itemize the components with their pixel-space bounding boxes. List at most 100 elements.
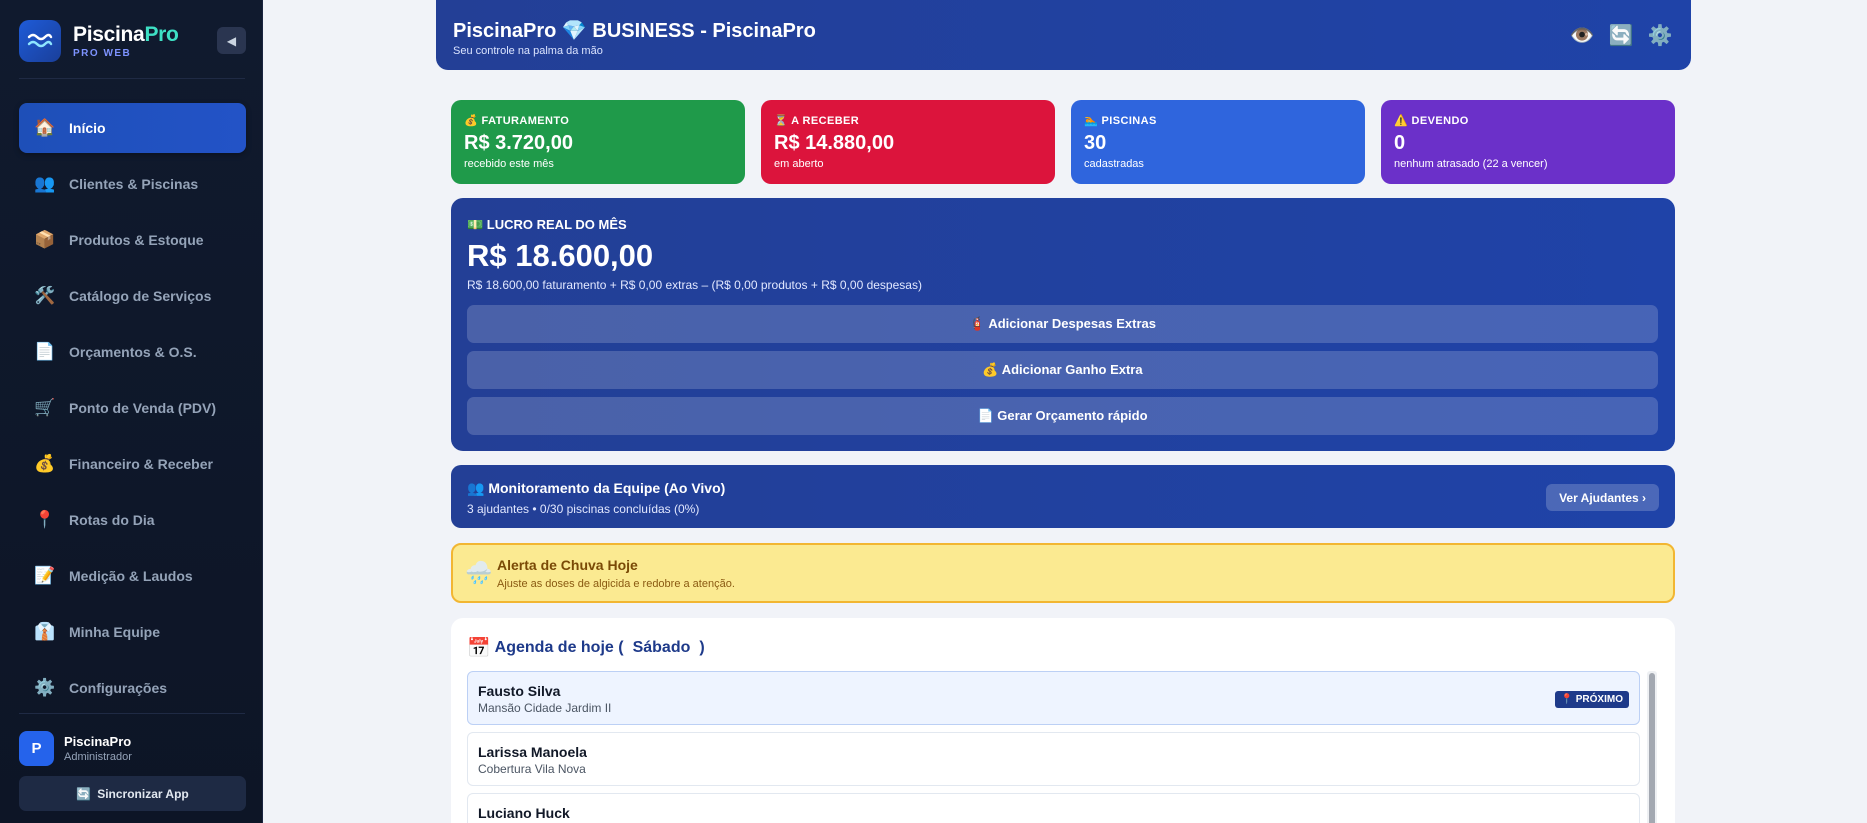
sidebar-item-inicio[interactable]: 🏠 Início [19, 103, 246, 153]
pin-icon: 📍 [34, 510, 56, 529]
view-helpers-button[interactable]: Ver Ajudantes › [1546, 484, 1659, 511]
quick-quote-button[interactable]: 📄 Gerar Orçamento rápido [467, 397, 1658, 435]
kpi-value: R$ 3.720,00 [464, 132, 573, 154]
avatar: P [19, 731, 54, 766]
kpi-value: 0 [1394, 132, 1406, 154]
kpi-label: ⏳ A RECEBER [774, 115, 860, 127]
lucro-detail: R$ 18.600,00 faturamento + R$ 0,00 extra… [467, 278, 922, 292]
team-monitor-card: 👥 Monitoramento da Equipe (Ao Vivo) 3 aj… [451, 465, 1675, 528]
brand-name: PiscinaPro [73, 22, 179, 46]
kpi-subtitle: recebido este mês [464, 158, 554, 170]
refresh-icon[interactable]: 🔄 [1606, 21, 1636, 49]
kpi-devendo[interactable]: ⚠️ DEVENDO 0 nenhum atrasado (22 a vence… [1381, 100, 1675, 184]
monitor-title: 👥 Monitoramento da Equipe (Ao Vivo) [467, 480, 726, 496]
agenda-title: 📅 Agenda de hoje ( Sábado ) [467, 638, 705, 659]
brand-subtitle: PRO WEB [73, 47, 132, 59]
client-name: Luciano Huck [478, 805, 570, 821]
brand[interactable]: PiscinaPro PRO WEB [19, 20, 179, 62]
rain-cloud-icon: 🌧️ [465, 560, 493, 585]
add-expenses-button[interactable]: 🧯 Adicionar Despesas Extras [467, 305, 1658, 343]
agenda-day: Sábado [632, 639, 691, 656]
sidebar-item-configuracoes[interactable]: ⚙️ Configurações [19, 663, 246, 713]
sidebar: PiscinaPro PRO WEB ◀ 🏠 Início 👥 Clientes &… [0, 0, 263, 823]
wave-logo-icon [19, 20, 61, 62]
rain-alert: 🌧️ Alerta de Chuva Hoje Ajuste as doses … [451, 543, 1675, 603]
monitor-subtitle: 3 ajudantes • 0/30 piscinas concluídas (… [467, 502, 700, 516]
agenda-list: Fausto Silva Mansão Cidade Jardim II 📍 P… [467, 671, 1640, 823]
sync-icon: 🔄 [76, 786, 92, 801]
package-icon: 📦 [34, 230, 56, 249]
team-icon: 👔 [34, 622, 56, 641]
collapse-sidebar-button[interactable]: ◀ [217, 27, 246, 54]
alert-title: Alerta de Chuva Hoje [497, 557, 638, 573]
sidebar-item-financeiro[interactable]: 💰 Financeiro & Receber [19, 439, 246, 489]
page-header: PiscinaPro 💎 BUSINESS - PiscinaPro Seu c… [436, 0, 1691, 70]
kpi-label: 💰 FATURAMENTO [464, 115, 570, 127]
sidebar-item-rotas[interactable]: 📍 Rotas do Dia [19, 495, 246, 545]
sidebar-item-label: Orçamentos & O.S. [69, 344, 197, 360]
list-item[interactable]: Fausto Silva Mansão Cidade Jardim II 📍 P… [467, 671, 1640, 725]
sidebar-item-label: Produtos & Estoque [69, 232, 204, 248]
sidebar-item-produtos[interactable]: 📦 Produtos & Estoque [19, 215, 246, 265]
divider [19, 78, 245, 79]
eye-icon[interactable]: 👁️ [1567, 21, 1597, 49]
add-extra-income-button[interactable]: 💰 Adicionar Ganho Extra [467, 351, 1658, 389]
user-role: Administrador [64, 751, 132, 763]
tools-icon: 🛠️ [34, 286, 56, 305]
sidebar-item-label: Configurações [69, 680, 168, 696]
sidebar-item-label: Clientes & Piscinas [69, 176, 199, 192]
kpi-value: 30 [1084, 132, 1107, 154]
kpi-value: R$ 14.880,00 [774, 132, 895, 154]
alert-message: Ajuste as doses de algicida e redobre a … [497, 578, 735, 590]
sidebar-item-clientes[interactable]: 👥 Clientes & Piscinas [19, 159, 246, 209]
sidebar-item-label: Medição & Laudos [69, 568, 193, 584]
sidebar-item-medicao[interactable]: 📝 Medição & Laudos [19, 551, 246, 601]
lucro-card: 💵 LUCRO REAL DO MÊS R$ 18.600,00 R$ 18.6… [451, 198, 1675, 451]
sidebar-item-pdv[interactable]: 🛒 Ponto de Venda (PDV) [19, 383, 246, 433]
settings-icon[interactable]: ⚙️ [1645, 21, 1675, 49]
sidebar-item-catalogo[interactable]: 🛠️ Catálogo de Serviços [19, 271, 246, 321]
document-icon: 📄 [34, 342, 56, 361]
user-name: PiscinaPro [64, 734, 132, 749]
kpi-a-receber[interactable]: ⏳ A RECEBER R$ 14.880,00 em aberto [761, 100, 1055, 184]
gear-icon: ⚙️ [34, 678, 56, 697]
money-bag-icon: 💰 [34, 454, 56, 473]
sidebar-item-label: Catálogo de Serviços [69, 288, 212, 304]
agenda-card: 📅 Agenda de hoje ( Sábado ) Fausto Silva… [451, 618, 1675, 823]
kpi-subtitle: nenhum atrasado (22 a vencer) [1394, 158, 1548, 170]
sidebar-item-equipe[interactable]: 👔 Minha Equipe [19, 607, 246, 657]
sidebar-item-label: Início [69, 120, 106, 136]
sidebar-item-label: Rotas do Dia [69, 512, 155, 528]
memo-icon: 📝 [34, 566, 56, 585]
chevron-left-icon: ◀ [226, 33, 237, 48]
sidebar-nav: 🏠 Início 👥 Clientes & Piscinas 📦 Produtos &… [19, 103, 246, 719]
lucro-label: 💵 LUCRO REAL DO MÊS [467, 217, 627, 232]
client-place: Cobertura Vila Nova [478, 762, 586, 776]
kpi-subtitle: cadastradas [1084, 158, 1144, 170]
home-icon: 🏠 [34, 118, 56, 137]
sidebar-item-label: Financeiro & Receber [69, 456, 213, 472]
calendar-icon: 📅 [467, 638, 491, 659]
client-place: Mansão Cidade Jardim II [478, 701, 612, 715]
kpi-piscinas[interactable]: 🏊 PISCINAS 30 cadastradas [1071, 100, 1365, 184]
kpi-label: ⚠️ DEVENDO [1394, 115, 1469, 127]
sync-label: Sincronizar App [97, 786, 189, 801]
scroll-thumb[interactable] [1649, 673, 1655, 823]
sidebar-item-orcamentos[interactable]: 📄 Orçamentos & O.S. [19, 327, 246, 377]
page-subtitle: Seu controle na palma da mão [453, 45, 603, 57]
next-badge: 📍 PRÓXIMO [1554, 691, 1629, 708]
list-item[interactable]: Larissa Manoela Cobertura Vila Nova [467, 732, 1640, 786]
client-name: Larissa Manoela [478, 744, 587, 760]
kpi-subtitle: em aberto [774, 158, 824, 170]
sync-app-button[interactable]: 🔄 Sincronizar App [19, 776, 246, 811]
lucro-value: R$ 18.600,00 [467, 238, 654, 273]
sidebar-item-label: Minha Equipe [69, 624, 160, 640]
sidebar-item-label: Ponto de Venda (PDV) [69, 400, 217, 416]
client-name: Fausto Silva [478, 683, 561, 699]
divider [19, 713, 245, 714]
users-icon: 👥 [34, 174, 56, 193]
kpi-faturamento[interactable]: 💰 FATURAMENTO R$ 3.720,00 recebido este … [451, 100, 745, 184]
list-item[interactable]: Luciano Huck [467, 793, 1640, 823]
agenda-scrollbar[interactable] [1647, 671, 1657, 823]
user-profile[interactable]: P PiscinaPro Administrador [19, 731, 132, 766]
